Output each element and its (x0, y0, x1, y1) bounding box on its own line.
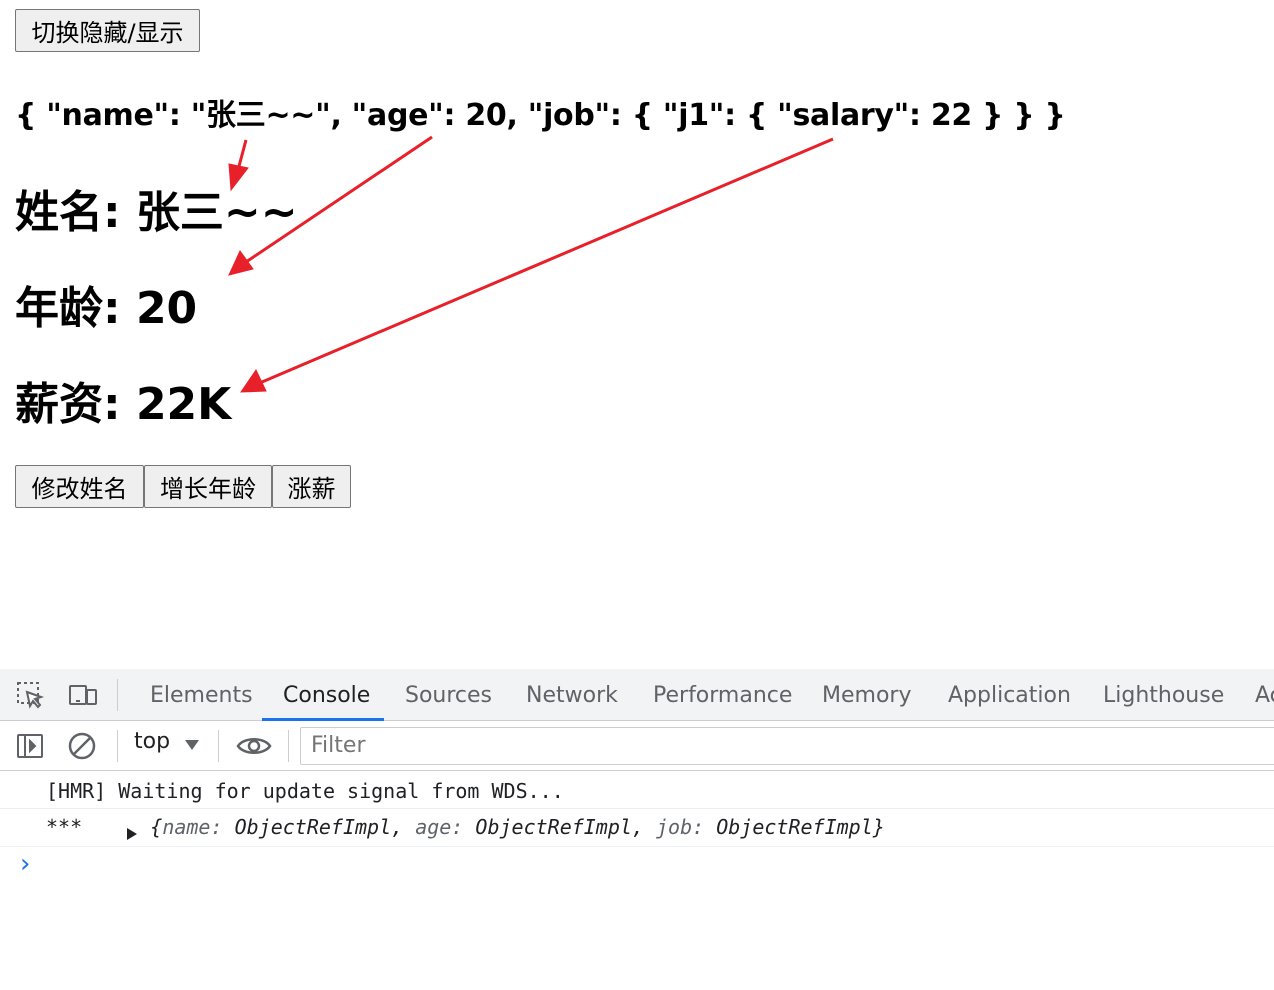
toolbar-separator (218, 730, 219, 762)
salary-value: 22K (135, 379, 232, 430)
context-dropdown-icon[interactable] (184, 737, 200, 753)
name-value: 张三~~ (135, 187, 298, 238)
toolbar-separator (117, 730, 118, 762)
devtools-panel: Elements Console Sources Network Perform… (0, 669, 1274, 990)
expand-triangle-icon[interactable] (126, 822, 138, 840)
tab-lighthouse[interactable]: Lighthouse (1103, 669, 1224, 721)
context-selector[interactable]: top (134, 729, 170, 754)
filter-box (300, 727, 1274, 765)
tab-elements[interactable]: Elements (150, 669, 253, 721)
inspect-element-icon[interactable] (14, 680, 46, 710)
console-log-row: [HMR] Waiting for update signal from WDS… (0, 771, 1274, 809)
toolbar-separator (288, 730, 289, 762)
salary-label: 薪资: (15, 379, 121, 430)
name-heading: 姓名: 张三~~ (15, 176, 298, 240)
console-toolbar: top (0, 721, 1274, 771)
age-value: 20 (135, 283, 198, 334)
toggle-visibility-button[interactable]: 切换隐藏/显示 (15, 9, 200, 52)
console-object-preview[interactable]: {name: ObjectRefImpl, age: ObjectRefImpl… (150, 815, 885, 839)
context-value: top (134, 729, 171, 754)
tab-application[interactable]: Application (948, 669, 1071, 721)
raise-salary-button[interactable]: 涨薪 (272, 465, 351, 508)
increase-age-button[interactable]: 增长年龄 (144, 465, 272, 508)
console-message-prefix: *** (46, 815, 83, 839)
arrow-to-name (236, 139, 248, 171)
arrow-to-salary-head (240, 368, 267, 393)
clear-console-icon[interactable] (66, 730, 98, 762)
live-expression-eye-icon[interactable] (235, 732, 273, 760)
console-message-hmr: [HMR] Waiting for update signal from WDS… (46, 779, 564, 803)
age-heading: 年龄: 20 (15, 272, 197, 336)
tab-overflow-partial[interactable]: Ac (1255, 669, 1274, 721)
device-toolbar-icon[interactable] (66, 680, 100, 710)
salary-heading: 薪资: 22K (15, 368, 231, 432)
arrow-to-age-head (228, 250, 254, 276)
console-filter-input[interactable] (309, 732, 909, 759)
tab-memory[interactable]: Memory (822, 669, 911, 721)
age-label: 年龄: (15, 283, 121, 334)
tab-separator (117, 679, 118, 711)
console-prompt-icon[interactable]: › (20, 849, 30, 879)
reactive-json-output: { "name": "张三~~", "age": 20, "job": { "j… (15, 98, 1066, 133)
tab-console[interactable]: Console (283, 669, 370, 721)
devtools-tab-bar: Elements Console Sources Network Perform… (0, 669, 1274, 721)
tab-network[interactable]: Network (526, 669, 618, 721)
change-name-button[interactable]: 修改姓名 (15, 465, 144, 508)
tab-sources[interactable]: Sources (405, 669, 492, 721)
arrow-to-salary (261, 137, 834, 384)
console-log-row: *** {name: ObjectRefImpl, age: ObjectRef… (0, 809, 1274, 847)
name-label: 姓名: (15, 187, 121, 238)
sidebar-toggle-icon[interactable] (14, 730, 46, 762)
tab-performance[interactable]: Performance (653, 669, 792, 721)
